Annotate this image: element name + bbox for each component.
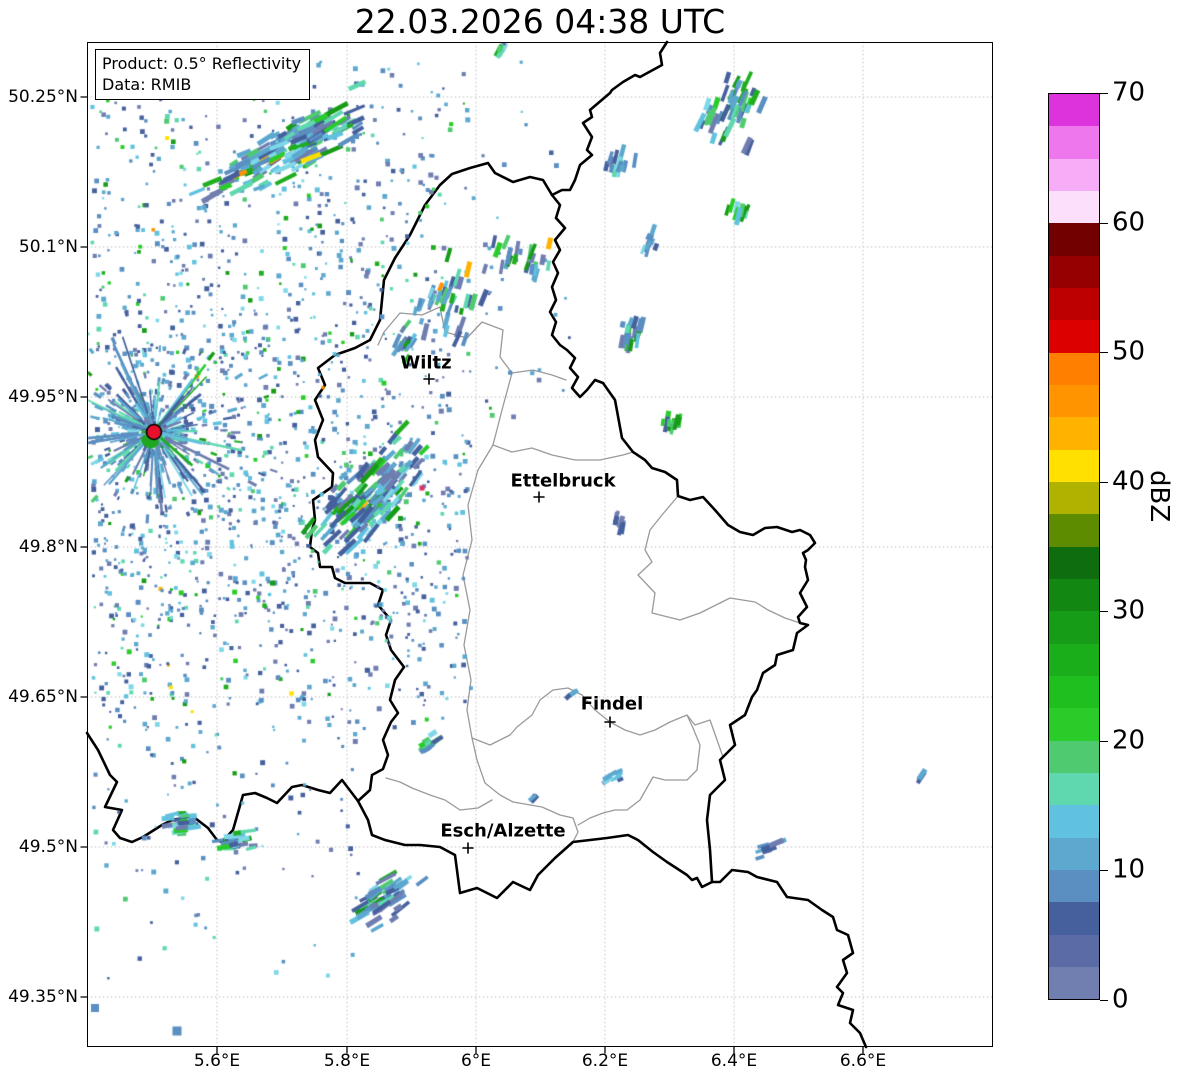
colorbar-segment (1049, 320, 1099, 353)
x-tick-label: 6.6°E (839, 1051, 887, 1071)
colorbar-segment (1049, 514, 1099, 547)
colorbar-segment (1049, 578, 1099, 612)
city-label: Wiltz (400, 352, 452, 374)
colorbar-segment (1049, 126, 1099, 159)
colorbar-segment (1049, 546, 1099, 579)
colorbar-segment (1049, 772, 1099, 806)
colorbar-segment (1049, 837, 1099, 870)
product-line: Product: 0.5° Reflectivity (102, 54, 302, 73)
y-tick-label: 49.5°N (18, 837, 78, 857)
x-tick-label: 5.8°E (323, 1051, 371, 1071)
colorbar-segment (1049, 869, 1099, 903)
colorbar-segment (1049, 190, 1099, 224)
colorbar-tick-label: 70 (1112, 77, 1146, 108)
colorbar-tick-mark (1100, 740, 1108, 742)
colorbar-segment (1049, 352, 1099, 385)
colorbar (1048, 93, 1100, 1000)
x-tick-label: 6°E (460, 1051, 492, 1071)
y-tick-label: 50.1°N (18, 237, 78, 257)
colorbar-tick-mark (1100, 93, 1108, 94)
colorbar-segment (1049, 611, 1099, 644)
colorbar-tick-mark (1100, 611, 1108, 613)
colorbar-segment (1049, 417, 1099, 450)
x-tick-label: 6.2°E (581, 1051, 629, 1071)
page-title: 22.03.2026 04:38 UTC (354, 2, 726, 41)
colorbar-tick-mark (1100, 1000, 1108, 1001)
y-tick-label: 49.8°N (18, 537, 78, 557)
city-label: Esch/Alzette (440, 820, 566, 842)
colorbar-tick-label: 50 (1112, 336, 1146, 367)
colorbar-segment (1049, 287, 1099, 321)
radar-figure: 22.03.2026 04:38 UTC Product: 0.5° Refle… (0, 0, 1184, 1081)
product-info-box: Product: 0.5° Reflectivity Data: RMIB (95, 49, 311, 100)
colorbar-segment (1049, 481, 1099, 515)
colorbar-segment (1049, 805, 1099, 838)
colorbar-tick-mark (1100, 352, 1108, 354)
y-tick-label: 49.35°N (8, 987, 78, 1007)
colorbar-tick-mark (1100, 481, 1108, 483)
colorbar-segment (1049, 675, 1099, 709)
colorbar-segment (1049, 740, 1099, 773)
colorbar-tick-label: 60 (1112, 206, 1146, 237)
colorbar-segment (1049, 255, 1099, 288)
radar-echo-canvas (0, 0, 1184, 1081)
colorbar-segment (1049, 94, 1099, 127)
colorbar-segment (1049, 902, 1099, 935)
colorbar-segment (1049, 223, 1099, 256)
colorbar-tick-label: 40 (1112, 466, 1146, 497)
y-tick-label: 49.95°N (8, 387, 78, 407)
x-tick-label: 6.4°E (710, 1051, 758, 1071)
colorbar-segment (1049, 449, 1099, 482)
x-tick-label: 5.6°E (193, 1051, 241, 1071)
colorbar-tick-label: 0 (1112, 984, 1129, 1015)
data-source-line: Data: RMIB (102, 75, 192, 94)
y-tick-label: 49.65°N (8, 687, 78, 707)
city-label: Ettelbruck (510, 470, 616, 492)
colorbar-segment (1049, 384, 1099, 418)
colorbar-tick-label: 10 (1112, 854, 1146, 885)
colorbar-tick-mark (1100, 870, 1108, 872)
colorbar-segment (1049, 708, 1099, 741)
colorbar-tick-label: 20 (1112, 725, 1146, 756)
city-label: Findel (580, 693, 644, 715)
colorbar-tick-label: 30 (1112, 595, 1146, 626)
colorbar-unit-label: dBZ (1144, 470, 1174, 523)
colorbar-segment (1049, 934, 1099, 967)
colorbar-segment (1049, 966, 1099, 1000)
colorbar-segment (1049, 158, 1099, 191)
colorbar-tick-mark (1100, 222, 1108, 224)
colorbar-segment (1049, 643, 1099, 676)
y-tick-label: 50.25°N (8, 87, 78, 107)
